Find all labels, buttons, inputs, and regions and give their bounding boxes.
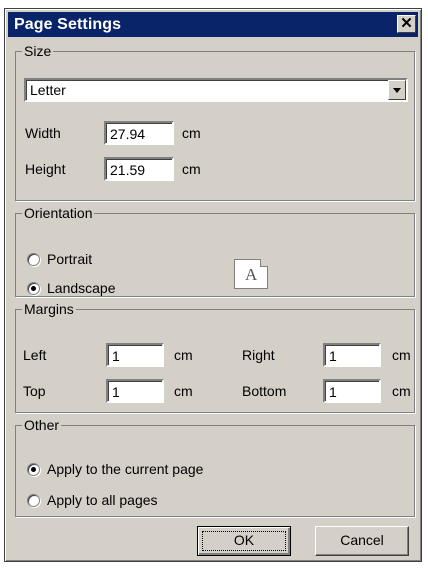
right-margin-label: Right <box>242 347 275 363</box>
height-label: Height <box>25 161 66 177</box>
apply-current-label: Apply to the current page <box>47 461 204 477</box>
bottom-margin-input[interactable]: 1 <box>323 379 381 403</box>
portrait-label: Portrait <box>47 251 93 267</box>
right-margin-unit: cm <box>392 347 411 363</box>
page-preview-letter: A <box>245 265 258 284</box>
margins-group: Margins Left 1 cm Right 1 cm Top 1 cm Bo… <box>15 301 415 413</box>
title-bar[interactable]: Page Settings ✕ <box>8 12 418 37</box>
close-button[interactable]: ✕ <box>397 15 416 33</box>
apply-all-radio[interactable] <box>27 494 40 507</box>
page-settings-dialog: Page Settings ✕ Size Letter Width 27.94 … <box>4 8 422 562</box>
close-icon: ✕ <box>400 15 413 32</box>
top-margin-label: Top <box>23 383 46 399</box>
cancel-label: Cancel <box>340 532 384 548</box>
width-unit: cm <box>182 125 201 141</box>
height-unit: cm <box>182 161 201 177</box>
left-margin-input[interactable]: 1 <box>106 343 164 367</box>
portrait-radio[interactable] <box>27 253 40 266</box>
top-margin-unit: cm <box>174 383 193 399</box>
size-group: Size Letter Width 27.94 cm Height 21.59 … <box>15 43 415 201</box>
apply-current-radio[interactable] <box>27 463 40 476</box>
landscape-radio[interactable] <box>27 282 40 295</box>
focus-rect <box>202 531 286 551</box>
window-title: Page Settings <box>14 16 122 33</box>
landscape-label: Landscape <box>47 280 116 296</box>
ok-button[interactable]: OK <box>197 526 291 556</box>
apply-all-label: Apply to all pages <box>47 492 158 508</box>
other-group: Other Apply to the current page Apply to… <box>15 417 415 517</box>
orientation-legend: Orientation <box>22 205 95 221</box>
bottom-margin-unit: cm <box>392 383 411 399</box>
size-legend: Size <box>22 43 54 59</box>
page-fold-icon <box>260 259 268 267</box>
left-margin-unit: cm <box>174 347 193 363</box>
width-label: Width <box>25 125 61 141</box>
width-input[interactable]: 27.94 <box>104 121 174 145</box>
left-margin-label: Left <box>23 347 47 363</box>
chevron-down-icon[interactable] <box>388 80 406 100</box>
other-legend: Other <box>22 417 62 433</box>
right-margin-input[interactable]: 1 <box>323 343 381 367</box>
top-margin-input[interactable]: 1 <box>106 379 164 403</box>
paper-size-select[interactable]: Letter <box>24 78 408 102</box>
paper-size-value: Letter <box>30 82 66 98</box>
height-input[interactable]: 21.59 <box>104 157 174 181</box>
orientation-group: Orientation Portrait Landscape A <box>15 205 415 297</box>
margins-legend: Margins <box>22 301 76 317</box>
cancel-button[interactable]: Cancel <box>315 526 409 556</box>
bottom-margin-label: Bottom <box>242 383 287 399</box>
